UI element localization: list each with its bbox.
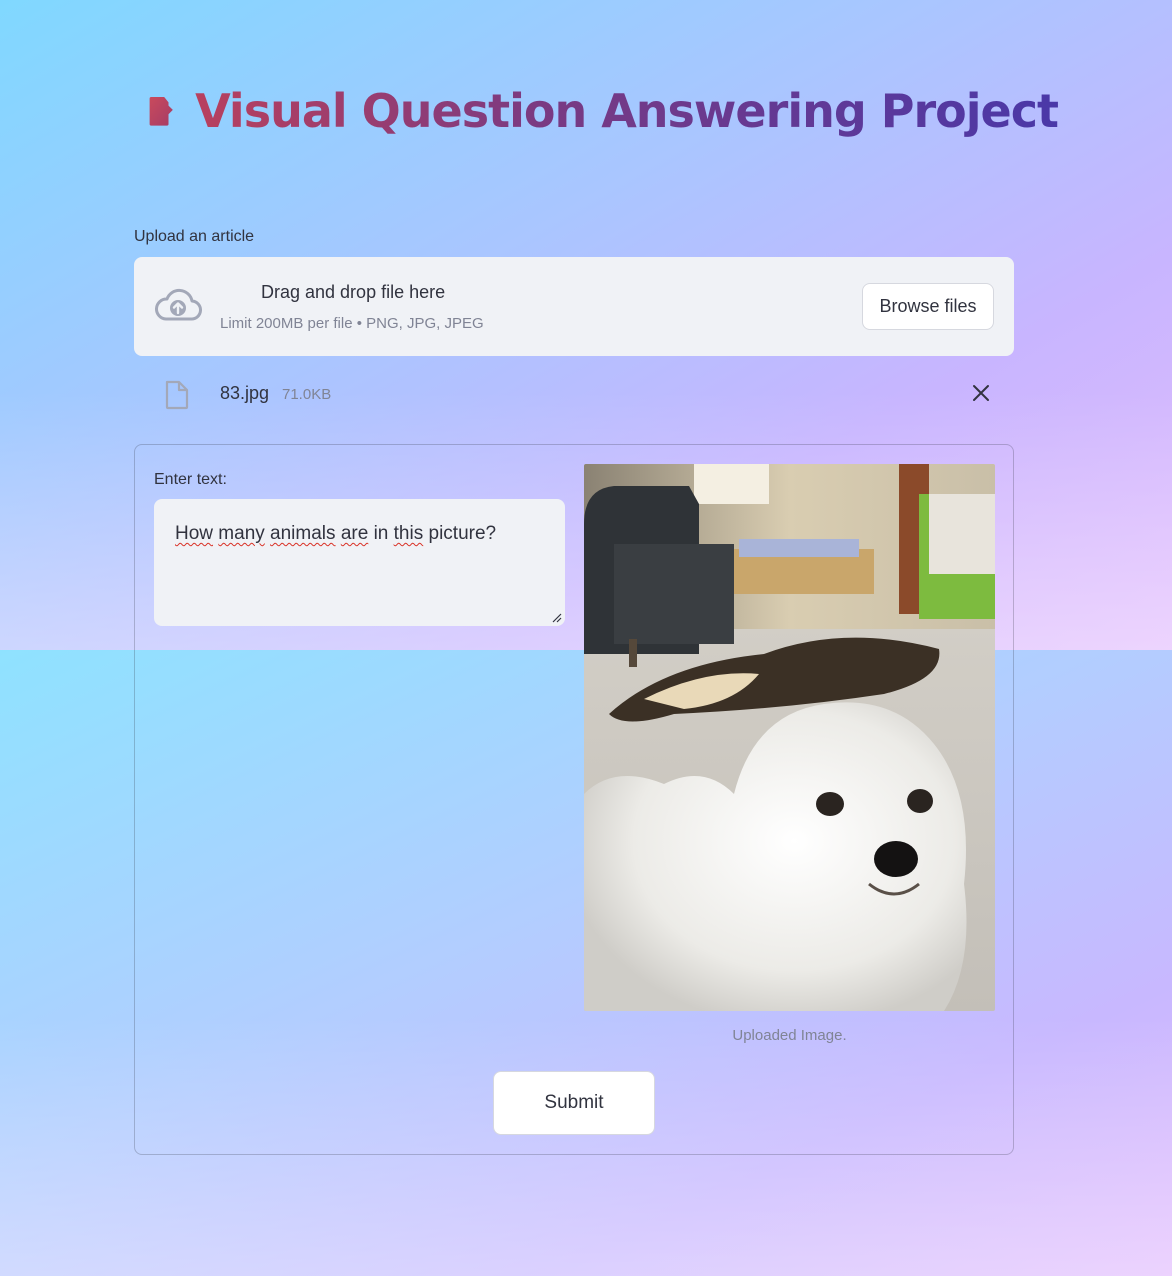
- browse-files-button[interactable]: Browse files: [862, 283, 994, 330]
- uploaded-image: [584, 464, 995, 1011]
- question-word: in: [373, 523, 389, 544]
- question-word: are: [340, 523, 369, 544]
- close-icon[interactable]: [972, 384, 990, 402]
- question-word: picture?: [428, 523, 497, 544]
- dropzone-instruction: Drag and drop file here: [261, 282, 446, 302]
- uploader-label: Upload an article: [134, 228, 255, 245]
- question-text-value[interactable]: How many animals are in this picture?: [175, 523, 496, 545]
- question-form: Enter text: How many animals are in this…: [134, 444, 1014, 1155]
- uploaded-file-name: 83.jpg: [220, 383, 270, 403]
- question-word: How: [175, 523, 214, 544]
- file-dropzone[interactable]: Drag and drop file here Limit 200MB per …: [134, 257, 1014, 356]
- file-icon: [165, 380, 189, 410]
- cloud-upload-icon: [155, 288, 202, 321]
- question-textarea[interactable]: How many animals are in this picture?: [154, 499, 565, 626]
- question-word: this: [393, 523, 424, 544]
- uploaded-file-size: 71.0KB: [282, 386, 332, 403]
- question-word: many: [218, 523, 265, 544]
- image-caption: Uploaded Image.: [732, 1027, 847, 1044]
- app-container: Visual Question Answering Project Upload…: [0, 0, 1172, 1276]
- page-title: Visual Question Answering Project: [195, 84, 1059, 138]
- submit-button[interactable]: Submit: [493, 1071, 655, 1135]
- dropzone-limit-text: Limit 200MB per file • PNG, JPG, JPEG: [220, 315, 484, 332]
- page-header: Visual Question Answering Project: [148, 78, 1059, 144]
- uploaded-file-row: 83.jpg 71.0KB: [134, 374, 1014, 414]
- resize-handle-icon[interactable]: [552, 613, 562, 623]
- text-input-label: Enter text:: [154, 471, 227, 488]
- question-word: animals: [270, 523, 336, 544]
- document-icon: [149, 96, 173, 126]
